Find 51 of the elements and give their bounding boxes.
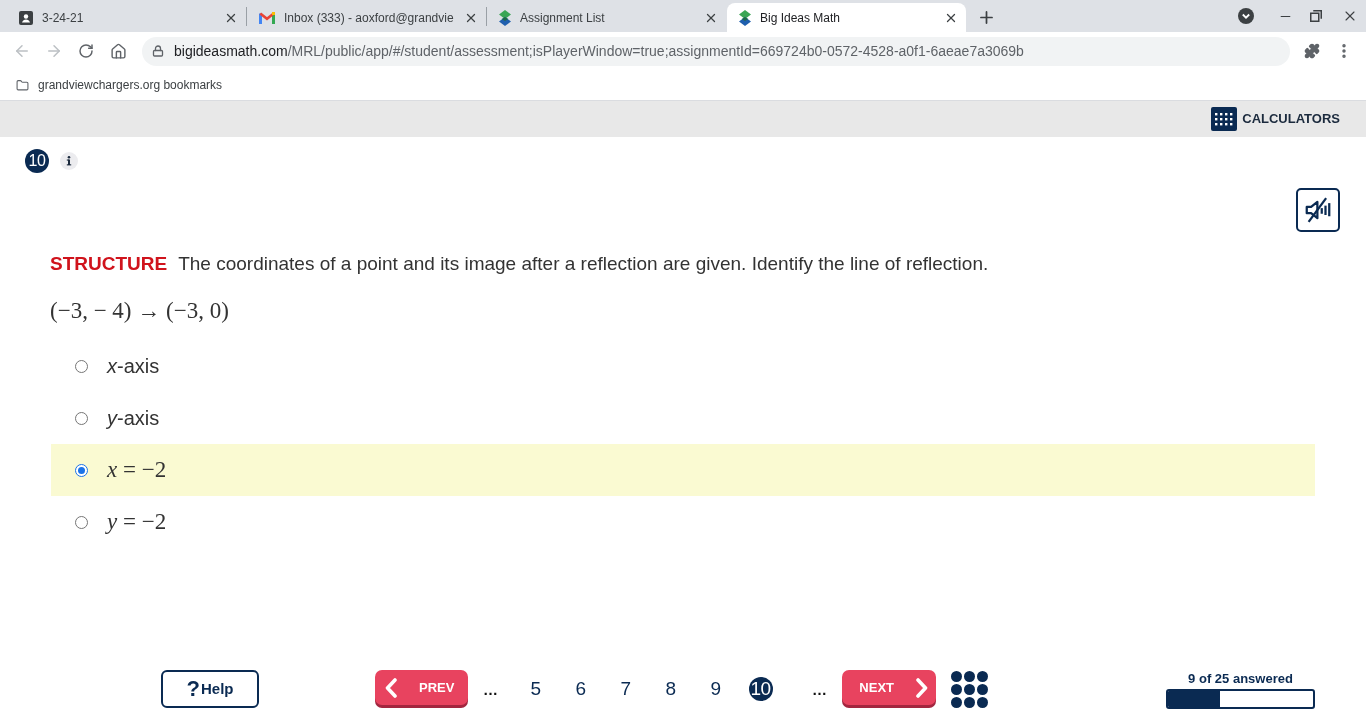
page-number-button[interactable]: 10	[748, 677, 773, 701]
dot-grid-icon[interactable]	[951, 670, 988, 708]
new-tab-icon[interactable]	[977, 8, 996, 27]
more-pages-button[interactable]: …	[810, 677, 829, 701]
radio-button[interactable]	[75, 411, 88, 425]
url-text: bigideasmath.com/MRL/public/app/#/student/assessment;isPlayerWindow=true;assignmentId=669724b0-0572-4528-a0f1-6aeae7a3069b	[174, 41, 1024, 61]
contact-card-icon	[19, 10, 33, 25]
restore-icon[interactable]	[1310, 10, 1322, 22]
page-number-button[interactable]: 6	[568, 677, 593, 701]
page-number-button[interactable]: 8	[658, 677, 683, 701]
page-number-button[interactable]: 5	[523, 677, 548, 701]
home-icon[interactable]	[109, 42, 127, 60]
bookmark-link[interactable]: grandviewchargers.org bookmarks	[38, 76, 223, 94]
mail-icon	[259, 11, 275, 24]
info-icon[interactable]	[60, 152, 78, 170]
diamond-logo-icon	[499, 9, 511, 26]
browser-tab[interactable]: Assignment List	[487, 3, 726, 32]
prev-button[interactable]: PREV	[375, 670, 468, 705]
chevron-left-icon	[385, 677, 397, 698]
answer-label: y-axis	[107, 406, 160, 431]
browser-tab[interactable]: 3-24-21	[7, 3, 246, 32]
audio-button[interactable]	[1296, 188, 1340, 232]
page-number-button[interactable]: 7	[613, 677, 638, 701]
radio-button[interactable]	[75, 463, 88, 477]
browser-tab[interactable]: Big Ideas Math	[727, 3, 966, 32]
radio-button[interactable]	[75, 515, 88, 529]
next-button[interactable]: NEXT	[842, 670, 936, 705]
question-number-badge: 10	[25, 149, 49, 173]
browser-tab[interactable]: Inbox (333) - aoxford@grandvie	[247, 3, 486, 32]
answer-label: x-axis	[107, 354, 160, 379]
radio-button[interactable]	[75, 359, 88, 373]
folder-icon	[16, 78, 29, 92]
question-text: The coordinates of a point and its image after a reflection are given. Identify the line of reflection.	[178, 251, 989, 276]
more-pages-button[interactable]: …	[481, 677, 500, 701]
page-number-button[interactable]: 9	[703, 677, 728, 701]
diamond-logo-icon	[739, 9, 751, 26]
address-bar[interactable]: bigideasmath.com/MRL/public/app/#/student/assessment;isPlayerWindow=true;assignmentId=669724b0-0572-4528-a0f1-6aeae7a3069b	[142, 36, 1290, 66]
progress-text: 9 of 25 answered	[1188, 669, 1293, 688]
chevron-circle-icon[interactable]	[1238, 8, 1254, 24]
reload-icon[interactable]	[78, 43, 94, 59]
muted-speaker-icon	[1303, 195, 1333, 225]
answer-label: y = −2	[107, 507, 167, 536]
answer-label: x = −2	[107, 455, 167, 484]
help-button[interactable]: ?Help	[161, 670, 259, 708]
extensions-icon[interactable]	[1304, 43, 1320, 59]
calculator-icon	[1211, 107, 1238, 131]
chevron-right-icon	[916, 677, 928, 698]
question-label: STRUCTURE	[50, 251, 168, 276]
math-expression: (−3, − 4) → (−3, 0)	[50, 296, 229, 325]
lock-icon	[152, 45, 164, 57]
calculators-button[interactable]: CALCULATORS	[1211, 107, 1340, 131]
